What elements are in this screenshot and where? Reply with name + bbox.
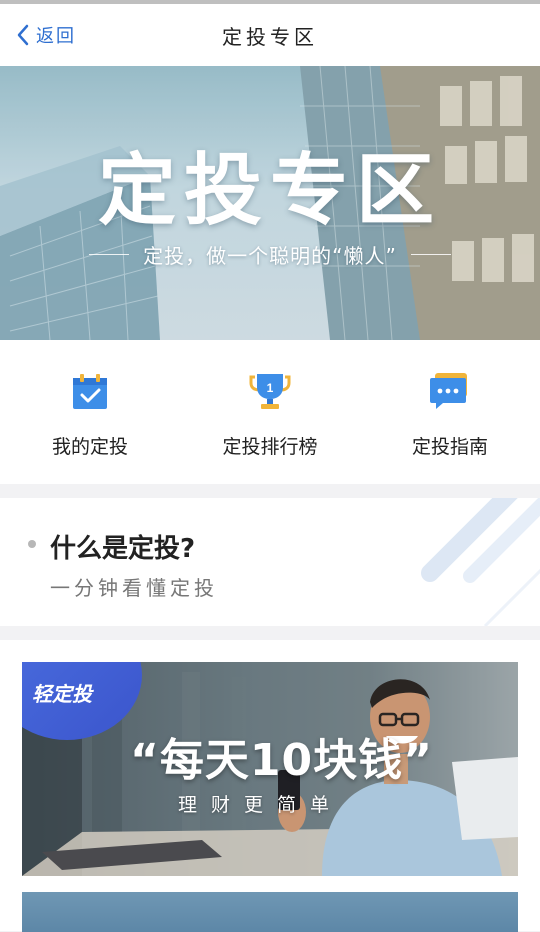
what-is-subtitle: 一分钟看懂定投 <box>50 576 218 600</box>
what-is-card[interactable]: 什么是定投? 一分钟看懂定投 <box>0 498 540 626</box>
promo-banner[interactable]: 轻定投 “每天10块钱” 理财更简单 <box>22 662 518 876</box>
svg-text:1: 1 <box>267 381 274 395</box>
next-banner-card[interactable] <box>22 892 518 932</box>
banner-title: “每天10块钱” <box>130 735 434 786</box>
hero-banner: 定投专区 定投，做一个聪明的“懒人” <box>0 66 540 340</box>
page-title: 定投专区 <box>222 25 318 49</box>
diagonal-stripes-decoration <box>421 498 540 626</box>
divider <box>410 254 451 255</box>
trophy-icon: 1 <box>248 370 292 414</box>
hero-subtitle: 定投，做一个聪明的“懒人” <box>143 244 397 268</box>
divider <box>89 254 130 255</box>
hero-subtitle-row: 定投，做一个聪明的“懒人” <box>0 240 540 269</box>
my-plan-button[interactable]: 我的定投 <box>0 340 180 484</box>
hero-title: 定投专区 <box>97 146 442 236</box>
quick-actions: 我的定投 1 定投排行榜 定投指南 <box>0 340 540 484</box>
quick-label: 定投排行榜 <box>222 436 318 458</box>
banner-subtitle: 理财更简单 <box>178 794 344 816</box>
ranking-button[interactable]: 1 定投排行榜 <box>180 340 360 484</box>
promo-section: 轻定投 “每天10块钱” 理财更简单 <box>0 640 540 932</box>
what-is-title: 什么是定投? <box>50 534 196 564</box>
guide-button[interactable]: 定投指南 <box>360 340 540 484</box>
nav-bar: 返回 定投专区 <box>0 4 540 66</box>
quick-label: 我的定投 <box>51 436 128 458</box>
calendar-check-icon <box>68 370 112 414</box>
chat-bubble-icon <box>428 370 472 414</box>
light-invest-badge: 轻定投 <box>32 682 92 706</box>
quick-label: 定投指南 <box>411 436 488 458</box>
bullet-dot <box>28 540 36 548</box>
